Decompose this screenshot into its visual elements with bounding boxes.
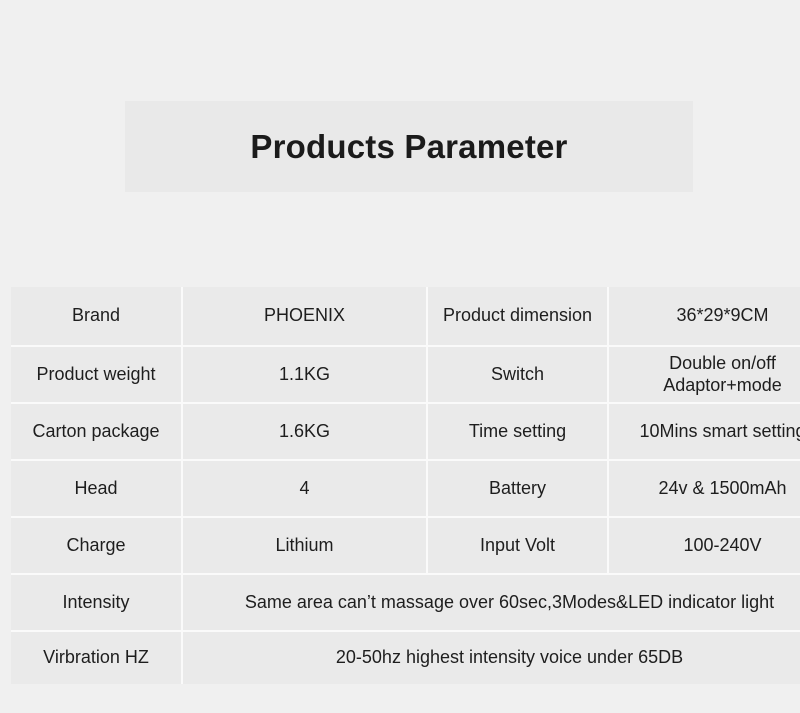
param-value-intensity: Same area can’t massage over 60sec,3Mode…	[182, 574, 800, 632]
table-row: Product weight 1.1KG Switch Double on/of…	[11, 346, 800, 404]
param-label-intensity: Intensity	[11, 574, 183, 632]
table-row: Carton package 1.6KG Time setting 10Mins…	[11, 403, 800, 461]
page-title: Products Parameter	[250, 127, 568, 165]
param-label-head: Head	[11, 460, 183, 518]
param-label-time-setting: Time setting	[427, 403, 609, 461]
param-label-input-volt: Input Volt	[427, 517, 609, 575]
param-value-carton-package: 1.6KG	[182, 403, 428, 461]
table-row: Head 4 Battery 24v & 1500mAh	[11, 460, 800, 518]
param-value-input-volt: 100-240V	[608, 517, 800, 575]
param-label-vibration-hz: Virbration HZ	[11, 631, 183, 684]
param-label-brand: Brand	[11, 287, 183, 347]
param-value-time-setting: 10Mins smart setting	[608, 403, 800, 461]
param-value-switch-line2: Adaptor+mode	[663, 374, 782, 395]
param-label-switch: Switch	[427, 346, 609, 404]
param-label-charge: Charge	[11, 517, 183, 575]
param-value-switch: Double on/off Adaptor+mode	[608, 346, 800, 404]
param-value-product-dimension: 36*29*9CM	[608, 287, 800, 347]
title-banner: Products Parameter	[125, 101, 693, 192]
param-value-vibration-hz: 20-50hz highest intensity voice under 65…	[182, 631, 800, 684]
table-row: Intensity Same area can’t massage over 6…	[11, 574, 800, 632]
table-row: Virbration HZ 20-50hz highest intensity …	[11, 631, 800, 684]
param-label-product-weight: Product weight	[11, 346, 183, 404]
param-value-switch-line1: Double on/off	[669, 352, 776, 373]
param-label-battery: Battery	[427, 460, 609, 518]
param-value-head: 4	[182, 460, 428, 518]
param-label-product-dimension: Product dimension	[427, 287, 609, 347]
param-label-carton-package: Carton package	[11, 403, 183, 461]
param-value-product-weight: 1.1KG	[182, 346, 428, 404]
table-row: Brand PHOENIX Product dimension 36*29*9C…	[11, 287, 800, 347]
param-value-battery: 24v & 1500mAh	[608, 460, 800, 518]
table-row: Charge Lithium Input Volt 100-240V	[11, 517, 800, 575]
products-parameter-table: Brand PHOENIX Product dimension 36*29*9C…	[11, 287, 800, 684]
param-value-brand: PHOENIX	[182, 287, 428, 347]
param-value-charge: Lithium	[182, 517, 428, 575]
